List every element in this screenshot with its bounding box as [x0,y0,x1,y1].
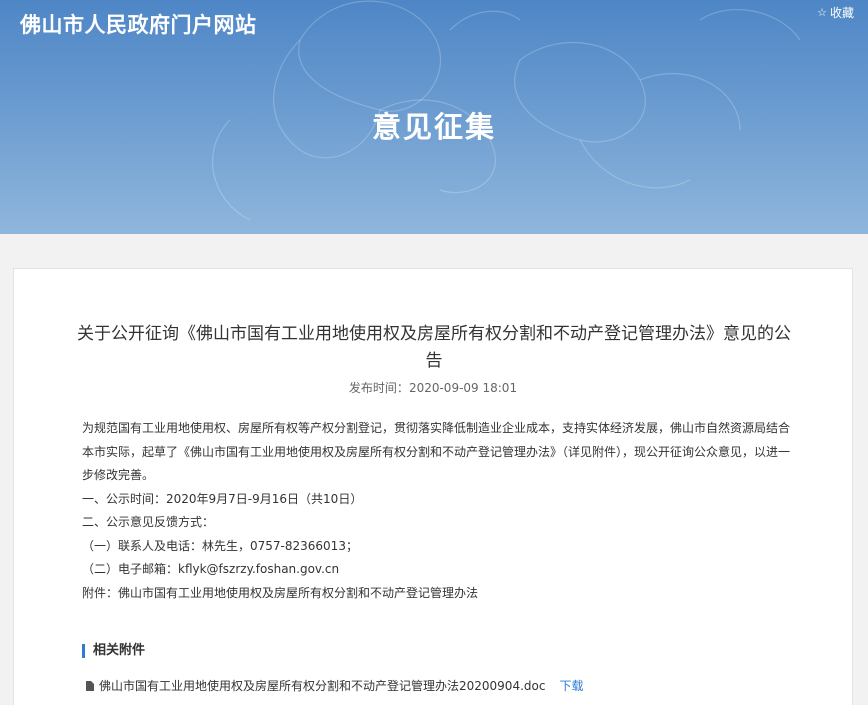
publish-time-value: 2020-09-09 18:01 [408,381,518,395]
content-paragraph: （一）联系人及电话：林先生，0757-82366013； [82,538,358,553]
favorite-button[interactable]: ☆ 收藏 [817,4,854,21]
content-paragraph: 二、公示意见反馈方式： [82,515,215,529]
publish-time: 发布时间：2020-09-09 18:01 [14,379,852,396]
content-paragraph: 一、公示时间：2020年9月7日-9月16日（共10日） [82,491,363,506]
content-paragraph: 为规范国有工业用地使用权、房屋所有权等产权分割登记，贯彻落实降低制造业企业成本，… [82,421,791,482]
favorite-label: 收藏 [829,6,854,20]
attachment-name[interactable]: 佛山市国有工业用地使用权及房屋所有权分割和不动产登记管理办法20200904.d… [99,677,545,694]
article-card: 关于公开征询《佛山市国有工业用地使用权及房屋所有权分割和不动产登记管理办法》意见… [13,268,853,705]
content-paragraph: （二）电子邮箱：kflyk@fszrzy.foshan.gov.cn [82,562,340,576]
publish-label: 发布时间： [348,381,409,395]
header-banner: 佛山市人民政府门户网站 ☆ 收藏 意见征集 [0,0,868,234]
page-heading: 意见征集 [371,110,496,144]
related-attachments-heading: 相关附件 [82,644,145,658]
article-content: 为规范国有工业用地使用权、房屋所有权等产权分割登记，贯彻落实降低制造业企业成本，… [82,417,794,605]
download-link[interactable]: 下载 [559,677,583,694]
attachment-item: 佛山市国有工业用地使用权及房屋所有权分割和不动产登记管理办法20200904.d… [86,677,583,694]
document-icon [86,680,94,691]
article-title: 关于公开征询《佛山市国有工业用地使用权及房屋所有权分割和不动产登记管理办法》意见… [77,324,791,371]
content-paragraph: 附件：佛山市国有工业用地使用权及房屋所有权分割和不动产登记管理办法 [82,585,479,600]
star-icon: ☆ [817,6,827,19]
site-title[interactable]: 佛山市人民政府门户网站 [20,9,257,39]
